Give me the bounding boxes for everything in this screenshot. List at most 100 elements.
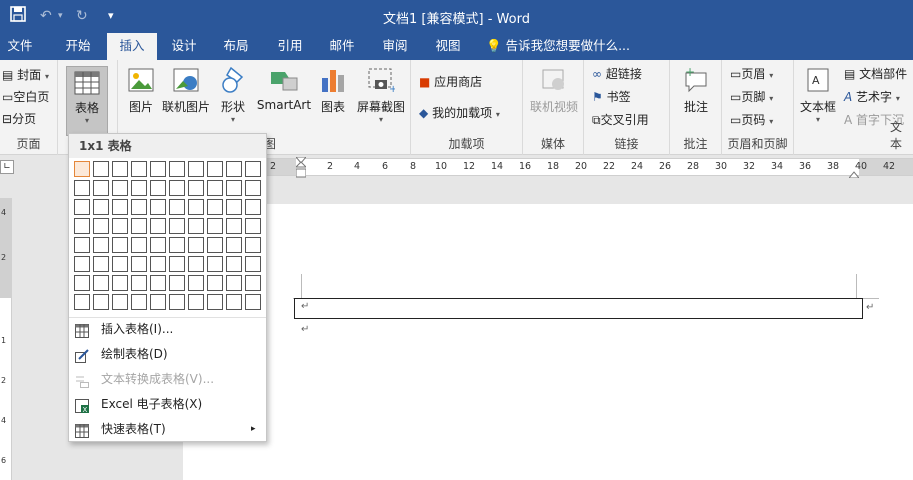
table-grid-cell[interactable] (245, 256, 261, 272)
online-video-button[interactable]: 联机视频 (526, 66, 582, 115)
my-addins-button[interactable]: ◆ 我的加载项 ▾ (419, 103, 500, 123)
screenshot-button[interactable]: + 屏幕截图 ▾ (354, 66, 408, 124)
table-grid-cell[interactable] (207, 294, 223, 310)
table-grid-cell[interactable] (226, 237, 242, 253)
tab-home[interactable]: 开始 (56, 33, 100, 60)
table-grid-cell[interactable] (150, 256, 166, 272)
document-page[interactable]: ↵ ↵ ↵ (183, 204, 913, 480)
page-number-button[interactable]: ▭页码 ▾ (730, 110, 773, 130)
table-grid-cell[interactable] (131, 180, 147, 196)
shapes-button[interactable]: 形状 ▾ (216, 66, 250, 124)
tab-design[interactable]: 设计 (162, 33, 206, 60)
table-grid-cell[interactable] (207, 199, 223, 215)
store-button[interactable]: ■ 应用商店 (419, 72, 482, 92)
table-grid-cell[interactable] (188, 180, 204, 196)
table-grid-cell[interactable] (169, 180, 185, 196)
table-grid-cell[interactable] (93, 180, 109, 196)
tab-mailings[interactable]: 邮件 (320, 33, 364, 60)
table-grid-cell[interactable] (226, 161, 242, 177)
table-grid-cell[interactable] (150, 218, 166, 234)
table-grid-cell[interactable] (150, 294, 166, 310)
table-grid-cell[interactable] (207, 218, 223, 234)
table-grid-cell[interactable] (74, 180, 90, 196)
table-grid-cell[interactable] (112, 180, 128, 196)
table-grid-cell[interactable] (188, 161, 204, 177)
table-grid-cell[interactable] (74, 237, 90, 253)
online-picture-button[interactable]: 联机图片 (161, 66, 211, 115)
header-button[interactable]: ▭页眉 ▾ (730, 64, 773, 84)
table-grid-cell[interactable] (150, 275, 166, 291)
table-grid-cell[interactable] (226, 218, 242, 234)
page-break-button[interactable]: ⊟分页 (2, 109, 36, 129)
table-grid-cell[interactable] (188, 294, 204, 310)
table-grid-cell[interactable] (188, 237, 204, 253)
tell-me-box[interactable]: 💡 告诉我您想要做什么... (486, 33, 646, 60)
table-button[interactable]: 表格 ▾ (66, 66, 108, 136)
table-grid-cell[interactable] (188, 256, 204, 272)
table-grid-cell[interactable] (226, 275, 242, 291)
table-grid-cell[interactable] (131, 218, 147, 234)
textbox-button[interactable]: A 文本框 ▾ (798, 66, 838, 124)
table-grid-cell[interactable] (169, 161, 185, 177)
table-cell[interactable]: ↵ (294, 298, 863, 319)
table-grid-cell[interactable] (131, 237, 147, 253)
table-grid-cell[interactable] (207, 180, 223, 196)
table-grid-cell[interactable] (226, 256, 242, 272)
indent-marker[interactable] (294, 156, 308, 179)
table-grid-cell[interactable] (74, 256, 90, 272)
table-grid-cell[interactable] (207, 275, 223, 291)
table-grid-cell[interactable] (245, 237, 261, 253)
tab-insert[interactable]: 插入 (107, 33, 157, 60)
table-grid-cell[interactable] (112, 237, 128, 253)
insert-table-item[interactable]: 插入表格(I)... (69, 317, 266, 342)
table-grid-cell[interactable] (150, 237, 166, 253)
picture-button[interactable]: 图片 (122, 66, 160, 115)
table-grid-cell[interactable] (150, 161, 166, 177)
table-grid-cell[interactable] (245, 161, 261, 177)
table-grid-cell[interactable] (93, 275, 109, 291)
right-indent-marker[interactable] (847, 167, 861, 179)
tab-layout[interactable]: 布局 (214, 33, 258, 60)
table-grid-cell[interactable] (93, 237, 109, 253)
table-grid-cell[interactable] (169, 256, 185, 272)
table-grid-cell[interactable] (74, 161, 90, 177)
table-grid-cell[interactable] (150, 180, 166, 196)
bookmark-button[interactable]: ⚑ 书签 (592, 87, 631, 107)
table-grid-cell[interactable] (207, 256, 223, 272)
table-grid-cell[interactable] (93, 161, 109, 177)
table-grid-cell[interactable] (226, 180, 242, 196)
table-grid-cell[interactable] (207, 237, 223, 253)
table-grid-cell[interactable] (74, 294, 90, 310)
table-grid-cell[interactable] (93, 199, 109, 215)
excel-spreadsheet-item[interactable]: X Excel 电子表格(X) (69, 392, 266, 417)
table-grid-cell[interactable] (188, 218, 204, 234)
table-grid-cell[interactable] (169, 237, 185, 253)
cover-page-button[interactable]: ▤ 封面 ▾ (2, 65, 49, 85)
table-grid-cell[interactable] (131, 275, 147, 291)
table-grid-cell[interactable] (131, 294, 147, 310)
quick-tables-item[interactable]: 快速表格(T) ▸ (69, 417, 266, 442)
hyperlink-button[interactable]: ∞ 超链接 (592, 64, 642, 84)
table-grid-cell[interactable] (93, 294, 109, 310)
quick-parts-button[interactable]: ▤ 文档部件 (844, 64, 907, 84)
table-grid-cell[interactable] (245, 180, 261, 196)
table-grid-cell[interactable] (188, 275, 204, 291)
wordart-button[interactable]: A 艺术字 ▾ (844, 87, 900, 107)
table-grid-cell[interactable] (169, 218, 185, 234)
tab-references[interactable]: 引用 (268, 33, 312, 60)
table-grid-cell[interactable] (93, 218, 109, 234)
table-grid-cell[interactable] (226, 294, 242, 310)
table-grid-cell[interactable] (245, 275, 261, 291)
table-grid-cell[interactable] (131, 161, 147, 177)
table-grid-cell[interactable] (112, 275, 128, 291)
smartart-button[interactable]: SmartArt (256, 66, 312, 112)
tab-review[interactable]: 审阅 (373, 33, 417, 60)
table-grid-cell[interactable] (112, 294, 128, 310)
cross-reference-button[interactable]: ⧉交叉引用 (592, 110, 649, 130)
table-grid-cell[interactable] (245, 294, 261, 310)
table-grid-cell[interactable] (188, 199, 204, 215)
table-grid-cell[interactable] (169, 275, 185, 291)
footer-button[interactable]: ▭页脚 ▾ (730, 87, 773, 107)
table-grid-cell[interactable] (131, 199, 147, 215)
text-to-table-item[interactable]: 文本转换成表格(V)... (69, 367, 266, 392)
